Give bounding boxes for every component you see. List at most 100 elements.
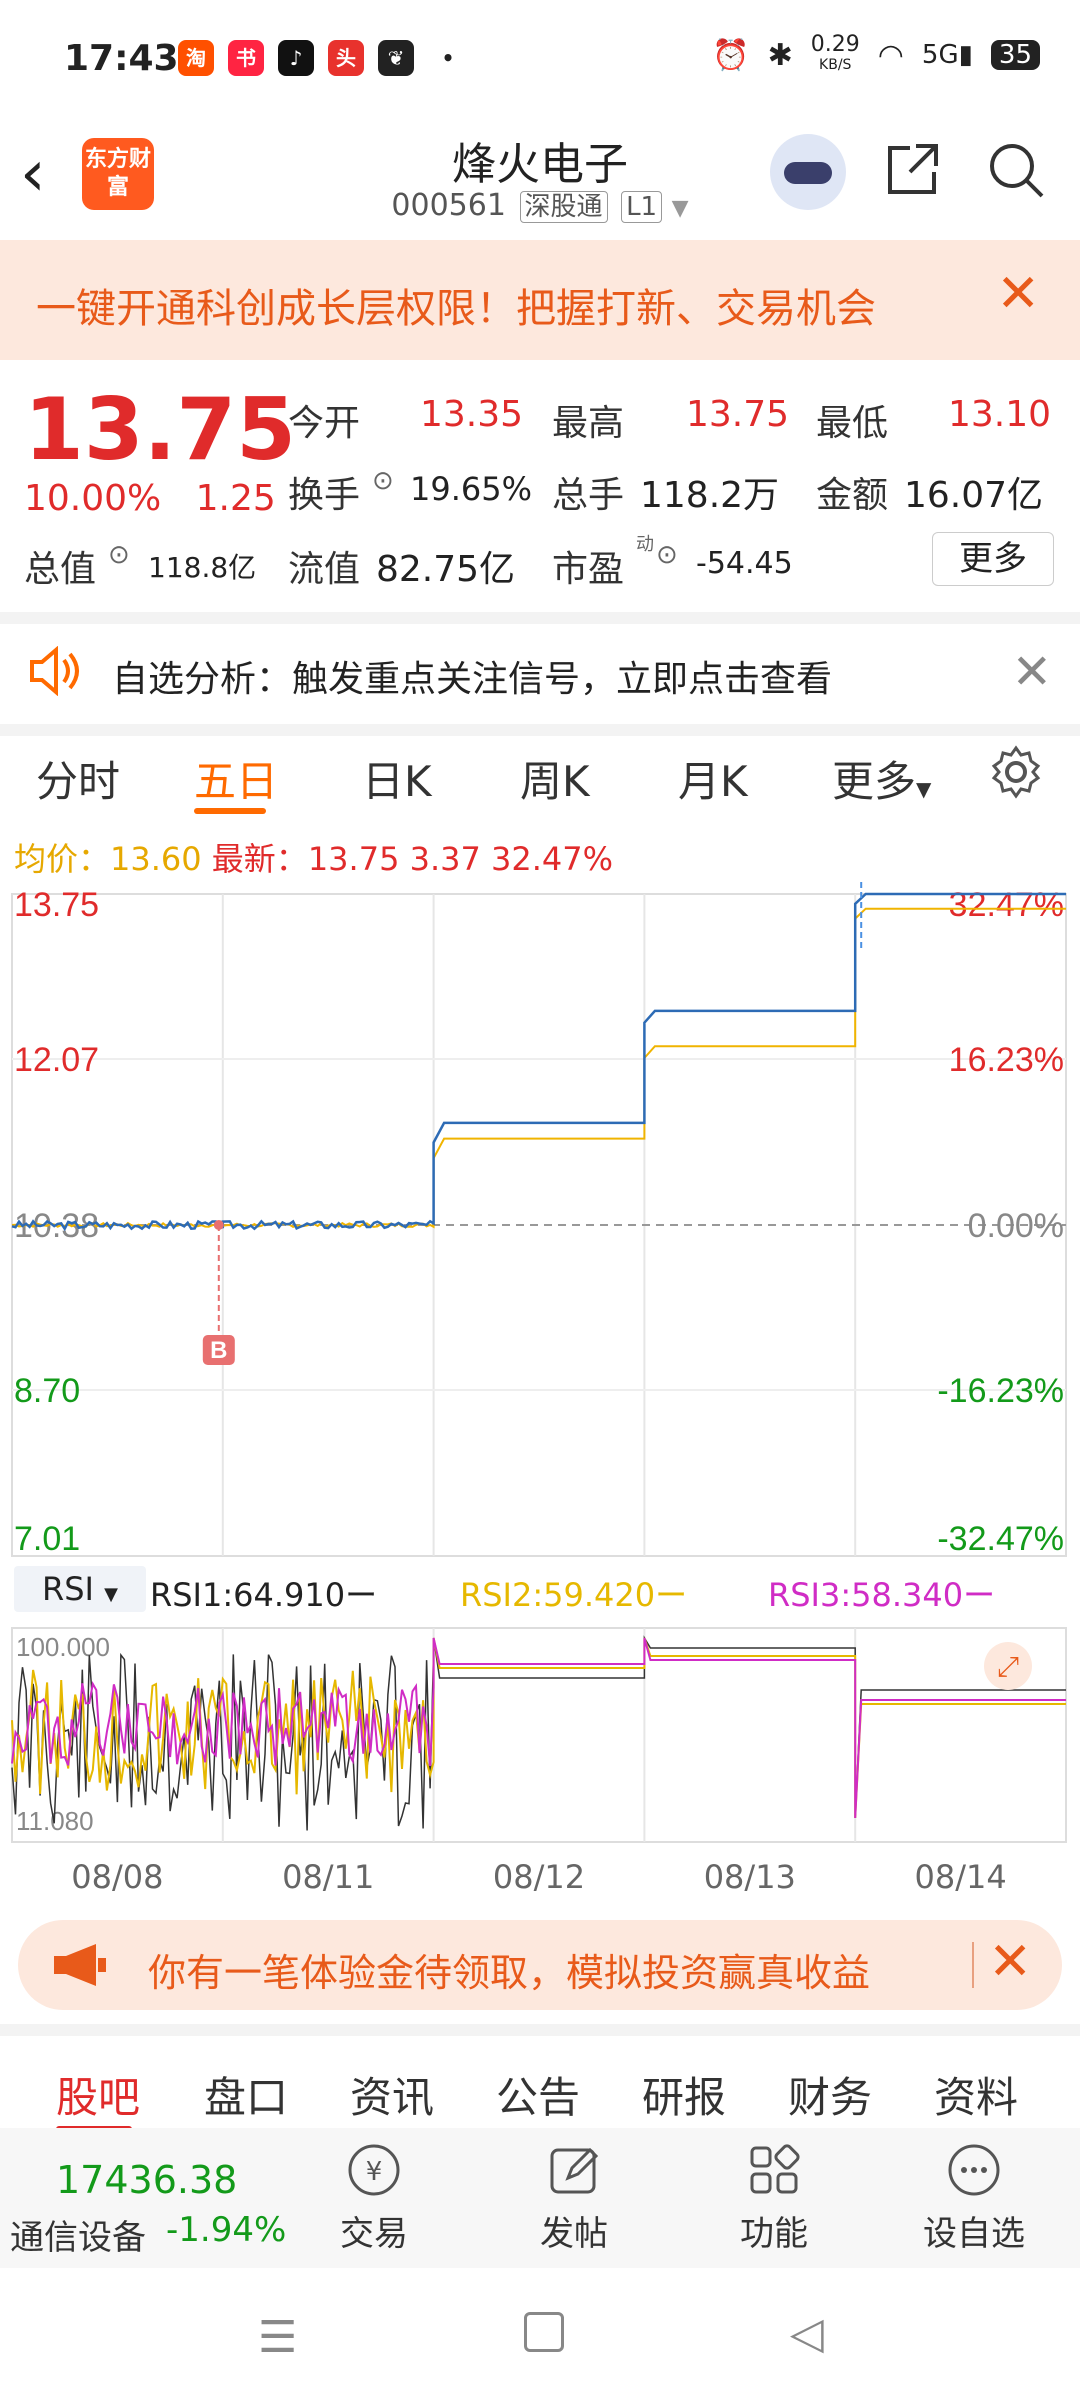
- amount-label: 金额: [816, 475, 889, 516]
- open-label: 今开: [288, 403, 361, 444]
- float-label: 流值: [288, 549, 361, 590]
- quote-panel: 13.75 10.00% 1.25 今开 13.35 最高 13.75 最低 1…: [0, 360, 1080, 600]
- pe-value: -54.45: [696, 546, 793, 581]
- gear-icon[interactable]: [988, 744, 1044, 800]
- yen-icon: ¥: [348, 2144, 400, 2196]
- y-tick-left: 12.07: [14, 1041, 99, 1079]
- post-button[interactable]: 发帖: [514, 2140, 634, 2255]
- tab-more-label: 更多: [832, 757, 917, 806]
- market-tag: 深股通: [519, 191, 608, 223]
- share-icon[interactable]: [884, 140, 942, 198]
- tab-monthly-k[interactable]: 月K: [678, 748, 748, 809]
- rsi-max-label: 100.000: [16, 1632, 110, 1662]
- bottom-content-tabs: 股吧 盘口 资讯 公告 研报 财务 资料: [0, 2024, 1080, 2140]
- latest-change: 3.37: [409, 840, 481, 878]
- tab-research[interactable]: 研报: [642, 2064, 726, 2125]
- index-ticker[interactable]: 17436.38 通信设备 -1.94%: [0, 2128, 290, 2268]
- tab-five-day[interactable]: 五日: [194, 748, 278, 809]
- promo-banner[interactable]: 一键开通科创成长层权限！把握打新、交易机会 ✕: [0, 240, 1080, 360]
- indicator-select[interactable]: RSI ▼: [14, 1566, 146, 1612]
- rsi2-value: RSI2:59.420ー: [460, 1576, 688, 1614]
- tab-news[interactable]: 资讯: [350, 2064, 434, 2125]
- y-tick-left: 8.70: [14, 1372, 80, 1410]
- caret-down-icon: ▼: [916, 777, 932, 801]
- status-right: ⏰ ✱ 0.29 KB/S ◠ 5G▮ 35: [712, 34, 1040, 74]
- info-icon[interactable]: ⊙: [656, 540, 678, 570]
- bottom-dock: 17436.38 通信设备 -1.94% ¥ 交易 发帖 功能 设自选: [0, 2128, 1080, 2268]
- back-nav-icon[interactable]: ◁: [790, 2308, 824, 2359]
- tab-finance[interactable]: 财务: [788, 2064, 872, 2125]
- stock-header: ‹ 东方财富 烽火电子 000561 深股通 L1 ▼: [0, 120, 1080, 241]
- buy-marker-label: B: [210, 1337, 227, 1364]
- banner-text: 一键开通科创成长层权限！把握打新、交易机会: [36, 286, 876, 332]
- tab-pankou[interactable]: 盘口: [204, 2064, 288, 2125]
- analysis-bar[interactable]: 自选分析：触发重点关注信号，立即点击查看 ✕: [0, 612, 1080, 736]
- feather-icon: ❦: [378, 40, 414, 76]
- y-tick-right: -16.23%: [937, 1372, 1064, 1410]
- current-price: 13.75: [24, 380, 297, 480]
- y-tick-left: 7.01: [14, 1520, 80, 1558]
- index-pct: -1.94%: [166, 2210, 287, 2250]
- marker-dot: [213, 1220, 224, 1230]
- avg-price-line: [11, 907, 1066, 1229]
- divider: [972, 1942, 974, 1988]
- battery-icon: 35: [990, 40, 1040, 70]
- close-icon[interactable]: ✕: [996, 268, 1040, 320]
- info-icon[interactable]: ⊙: [108, 540, 130, 570]
- robot-assistant-icon[interactable]: [770, 134, 846, 210]
- rsi-chart[interactable]: 100.00011.080⤢: [0, 1620, 1080, 1850]
- more-button[interactable]: 更多: [932, 532, 1054, 586]
- low-value: 13.10: [948, 394, 1052, 435]
- tab-guba[interactable]: 股吧: [56, 2064, 140, 2125]
- wifi-icon: ◠: [877, 37, 904, 73]
- tab-more[interactable]: 更多▼: [832, 748, 931, 809]
- volume-value: 118.2万: [640, 475, 780, 516]
- close-icon[interactable]: ✕: [988, 1932, 1032, 1992]
- level-tag: L1: [621, 191, 663, 223]
- functions-button[interactable]: 功能: [714, 2140, 834, 2255]
- y-tick-right: -32.47%: [937, 1520, 1064, 1558]
- y-tick-left: 13.75: [14, 886, 99, 924]
- mcap-value: 118.8亿: [148, 551, 257, 584]
- tab-profile[interactable]: 资料: [934, 2064, 1018, 2125]
- megaphone-icon: [54, 1944, 106, 1986]
- tab-weekly-k[interactable]: 周K: [520, 748, 590, 809]
- trade-button[interactable]: ¥ 交易: [314, 2140, 434, 2255]
- info-icon[interactable]: ⊙: [372, 466, 394, 496]
- bluetooth-icon: ✱: [767, 37, 793, 73]
- mcap-label: 总值: [24, 549, 97, 590]
- latest-value: 13.75: [307, 840, 400, 878]
- stock-code: 000561: [391, 188, 506, 223]
- add-watchlist-label: 设自选: [923, 2214, 1025, 2254]
- tab-daily-k[interactable]: 日K: [362, 748, 432, 809]
- five-day-chart[interactable]: 13.75 32.47%12.07 16.23%10.38 0.00%8.70 -16.…: [0, 880, 1080, 1560]
- rsi1-value: RSI1:64.910ー: [150, 1576, 378, 1614]
- close-icon[interactable]: ✕: [1012, 644, 1052, 700]
- x-tick-label: 08/12: [492, 1858, 586, 1896]
- period-tabs: 分时 五日 日K 周K 月K 更多▼: [0, 724, 1080, 824]
- y-tick-right: 16.23%: [949, 1041, 1064, 1079]
- avg-label: 均价：: [14, 840, 111, 878]
- float-value: 82.75亿: [376, 549, 516, 590]
- x-tick-label: 08/14: [914, 1858, 1007, 1896]
- tab-announcements[interactable]: 公告: [496, 2064, 580, 2125]
- status-bar: 17:43 淘书 ♪ 头 ❦ • ⏰ ✱ 0.29 KB/S ◠ 5G▮ 35: [0, 0, 1080, 120]
- signal-icon: 5G▮: [921, 40, 973, 70]
- indicator-select-label: RSI: [42, 1570, 94, 1608]
- latest-pct: 32.47%: [491, 840, 614, 878]
- add-watchlist-button[interactable]: 设自选: [914, 2140, 1034, 2255]
- tab-intraday[interactable]: 分时: [36, 748, 120, 809]
- promo-text: 你有一笔体验金待领取，模拟投资赢真收益: [148, 1951, 871, 1995]
- post-label: 发帖: [540, 2214, 608, 2254]
- y-tick-right: 32.47%: [949, 886, 1064, 924]
- menu-icon[interactable]: ☰: [258, 2312, 297, 2363]
- grid-icon: [750, 2144, 800, 2194]
- net-speed-value: 0.29: [810, 32, 860, 57]
- trial-fund-banner[interactable]: 你有一笔体验金待领取，模拟投资赢真收益 ✕: [18, 1920, 1062, 2010]
- net-speed: 0.29 KB/S: [811, 34, 860, 74]
- chevron-down-icon: ▼: [671, 196, 689, 221]
- high-value: 13.75: [686, 394, 790, 435]
- home-icon[interactable]: [524, 2312, 564, 2352]
- functions-label: 功能: [740, 2214, 808, 2254]
- search-icon[interactable]: [986, 140, 1046, 200]
